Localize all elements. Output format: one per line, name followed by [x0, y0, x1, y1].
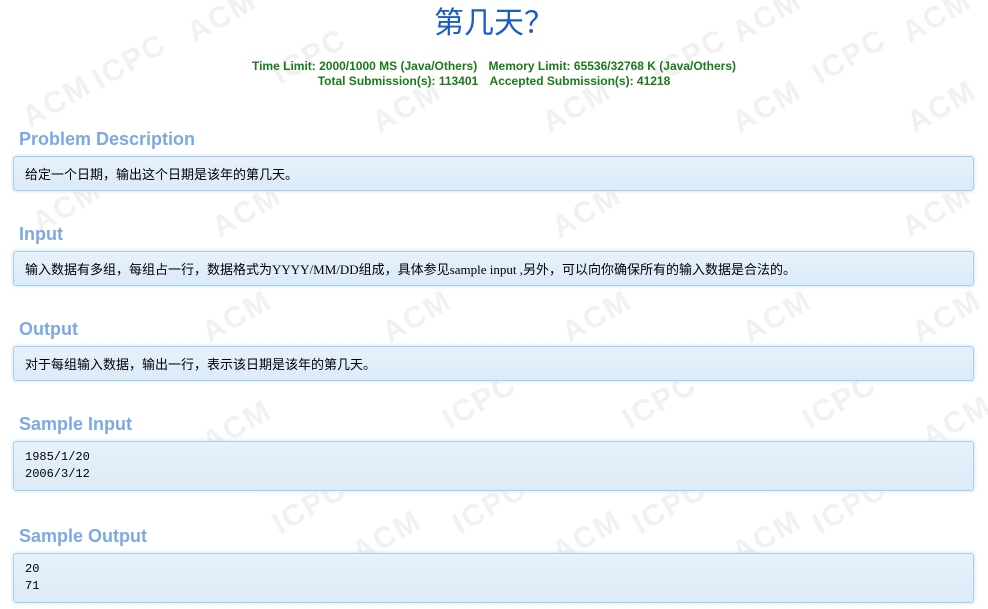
page-title: 第几天？ [434, 7, 554, 40]
sample-output-panel: 20 71 [13, 553, 974, 603]
watermark-text: ACM [556, 283, 638, 350]
sample-input-line: 1985/1/20 [25, 450, 90, 464]
sample-input-panel: 1985/1/20 2006/3/12 [13, 441, 974, 491]
sample-input-line: 2006/3/12 [25, 467, 90, 481]
problem-limits: Time Limit: 2000/1000 MS (Java/Others) M… [0, 59, 988, 89]
watermark-text: ACM [906, 283, 988, 350]
input-panel: 输入数据有多组，每组占一行，数据格式为YYYY/MM/DD组成，具体参见samp… [13, 251, 974, 286]
problem-description-heading: Problem Description [19, 129, 196, 149]
sample-output-heading: Sample Output [19, 526, 148, 546]
watermark-text: ACM [736, 283, 818, 350]
output-heading: Output [19, 319, 78, 339]
output-panel: 对于每组输入数据，输出一行，表示该日期是该年的第几天。 [13, 346, 974, 381]
sample-input-code[interactable]: 1985/1/20 2006/3/12 [25, 449, 962, 483]
sample-output-code[interactable]: 20 71 [25, 561, 962, 595]
memory-limit: Memory Limit: 65536/32768 K (Java/Others… [488, 59, 736, 73]
sample-output-line: 20 [25, 562, 40, 576]
input-heading: Input [19, 224, 63, 244]
watermark-text: ACM [196, 283, 278, 350]
limits-row-2: Total Submission(s): 113401 Accepted Sub… [0, 74, 988, 89]
output-text: 对于每组输入数据，输出一行，表示该日期是该年的第几天。 [25, 357, 377, 372]
watermark-text: ACM [376, 283, 458, 350]
sample-input-heading: Sample Input [19, 414, 133, 434]
sample-output-line: 71 [25, 579, 40, 593]
accepted-submissions: Accepted Submission(s): 41218 [489, 74, 671, 88]
limits-row-1: Time Limit: 2000/1000 MS (Java/Others) M… [0, 59, 988, 74]
time-limit: Time Limit: 2000/1000 MS (Java/Others) [251, 59, 478, 73]
input-text: 输入数据有多组，每组占一行，数据格式为YYYY/MM/DD组成，具体参见samp… [25, 262, 796, 277]
problem-description-text: 给定一个日期，输出这个日期是该年的第几天。 [25, 167, 299, 182]
total-submissions: Total Submission(s): 113401 [317, 74, 479, 88]
problem-description-panel: 给定一个日期，输出这个日期是该年的第几天。 [13, 156, 974, 191]
